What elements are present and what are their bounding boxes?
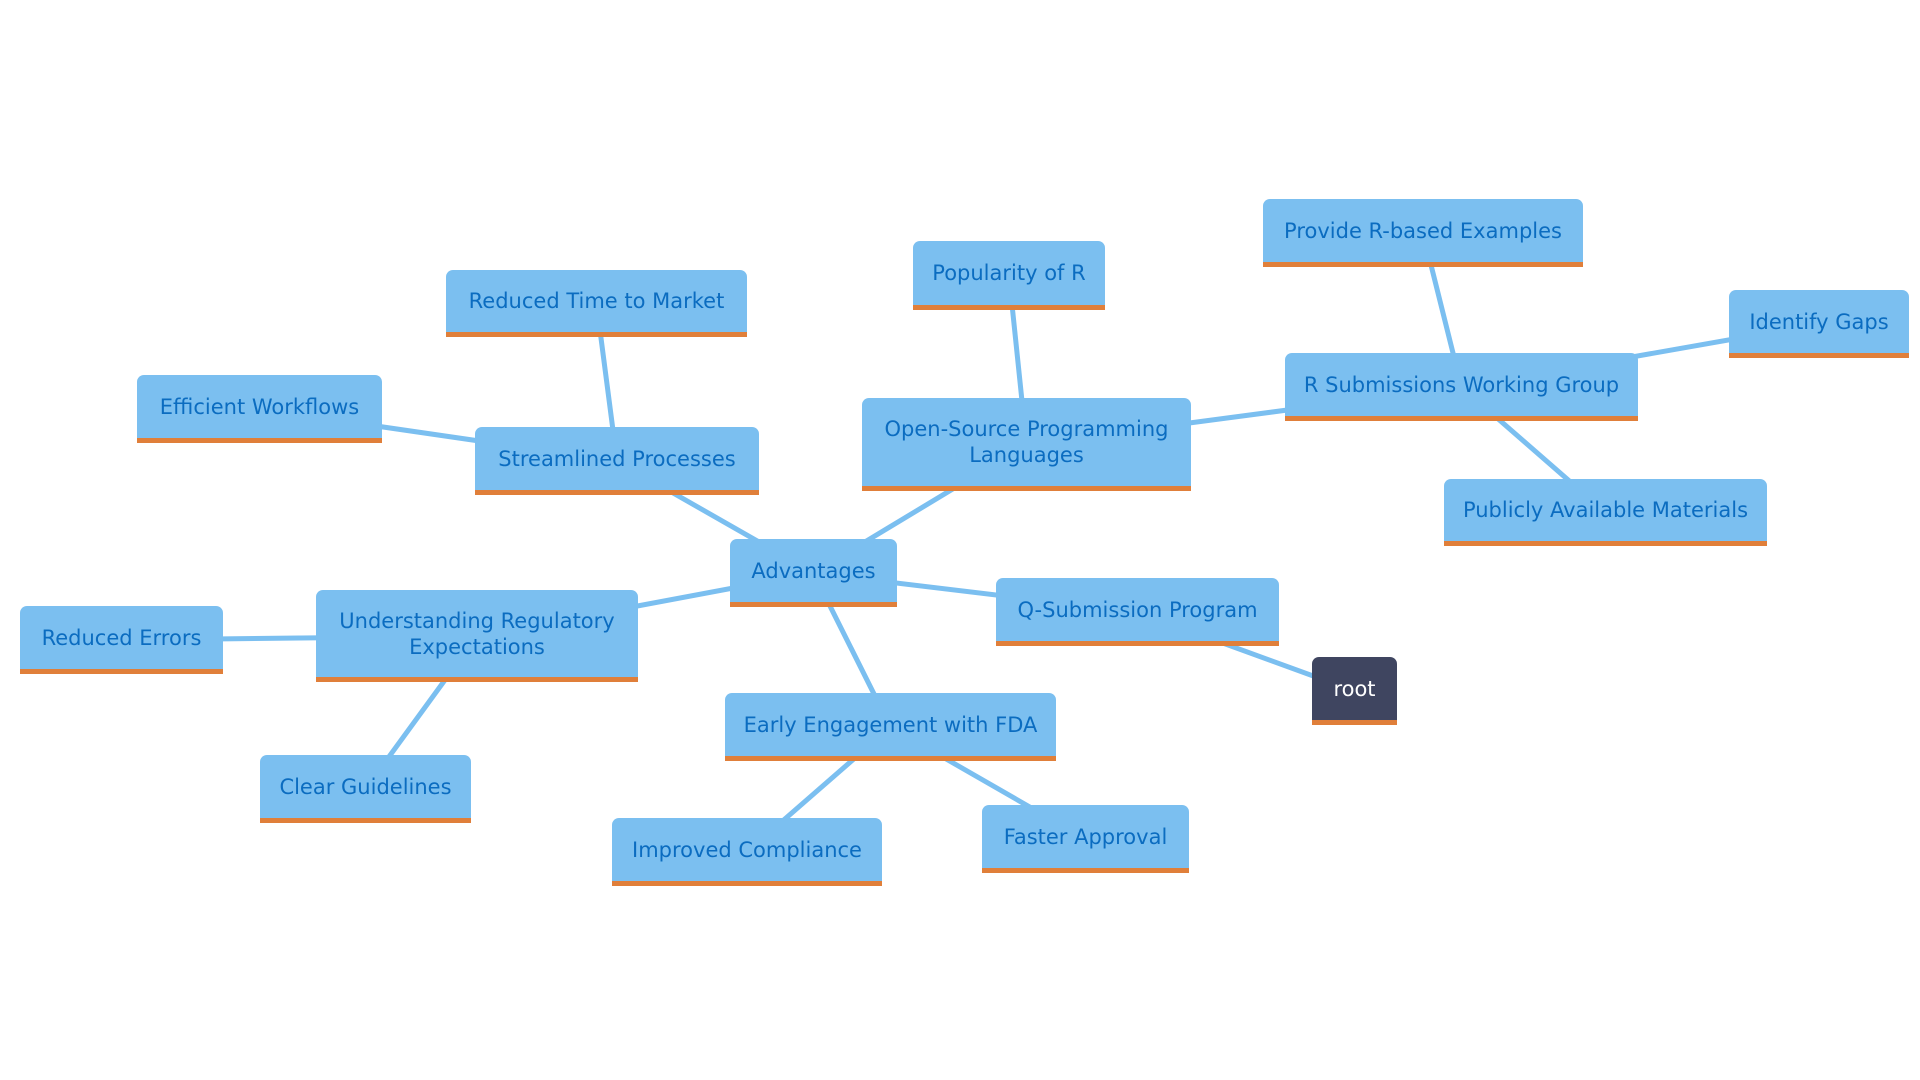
node-label: Efficient Workflows bbox=[159, 394, 360, 419]
node-label: Identify Gaps bbox=[1749, 309, 1889, 334]
node-improved-compliance[interactable]: Improved Compliance bbox=[612, 818, 882, 886]
node-root[interactable]: root bbox=[1312, 657, 1397, 725]
node-provide-r-based-examples[interactable]: Provide R-based Examples bbox=[1263, 199, 1583, 267]
node-label: Improved Compliance bbox=[632, 837, 862, 862]
node-label: R Submissions Working Group bbox=[1303, 372, 1620, 397]
node-reduced-errors[interactable]: Reduced Errors bbox=[20, 606, 223, 674]
node-faster-approval[interactable]: Faster Approval bbox=[982, 805, 1189, 873]
node-label: Reduced Time to Market bbox=[468, 289, 725, 313]
node-r-submissions-working-group[interactable]: R Submissions Working Group bbox=[1285, 353, 1638, 421]
node-clear-guidelines[interactable]: Clear Guidelines bbox=[260, 755, 471, 823]
node-label: root bbox=[1333, 676, 1376, 701]
node-label: Provide R-based Examples bbox=[1284, 218, 1562, 243]
node-identify-gaps[interactable]: Identify Gaps bbox=[1729, 290, 1909, 358]
node-label: Streamlined Processes bbox=[498, 446, 736, 471]
node-label: Clear Guidelines bbox=[279, 774, 452, 799]
node-streamlined-processes[interactable]: Streamlined Processes bbox=[475, 427, 759, 495]
node-label: Understanding Regulatory Expectations bbox=[339, 608, 615, 659]
node-q-submission-program[interactable]: Q-Submission Program bbox=[996, 578, 1279, 646]
node-understanding-regulatory-expectations[interactable]: Understanding Regulatory Expectations bbox=[316, 590, 638, 682]
node-label: Q-Submission Program bbox=[1017, 597, 1258, 622]
node-label: Publicly Available Materials bbox=[1462, 498, 1749, 522]
node-open-source-programming-languages[interactable]: Open-Source Programming Languages bbox=[862, 398, 1191, 491]
node-advantages[interactable]: Advantages bbox=[730, 539, 897, 607]
node-label: Reduced Errors bbox=[41, 625, 202, 650]
node-efficient-workflows[interactable]: Efficient Workflows bbox=[137, 375, 382, 443]
node-popularity-of-r[interactable]: Popularity of R bbox=[913, 241, 1105, 310]
node-label: Open-Source Programming Languages bbox=[884, 417, 1169, 467]
node-publicly-available-materials[interactable]: Publicly Available Materials bbox=[1444, 479, 1767, 546]
node-label: Advantages bbox=[751, 558, 876, 583]
node-label: Early Engagement with FDA bbox=[743, 712, 1038, 737]
node-label: Popularity of R bbox=[932, 261, 1086, 285]
node-label: Faster Approval bbox=[1003, 824, 1168, 849]
node-early-engagement-with-fda[interactable]: Early Engagement with FDA bbox=[725, 693, 1056, 761]
node-reduced-time-to-market[interactable]: Reduced Time to Market bbox=[446, 270, 747, 337]
